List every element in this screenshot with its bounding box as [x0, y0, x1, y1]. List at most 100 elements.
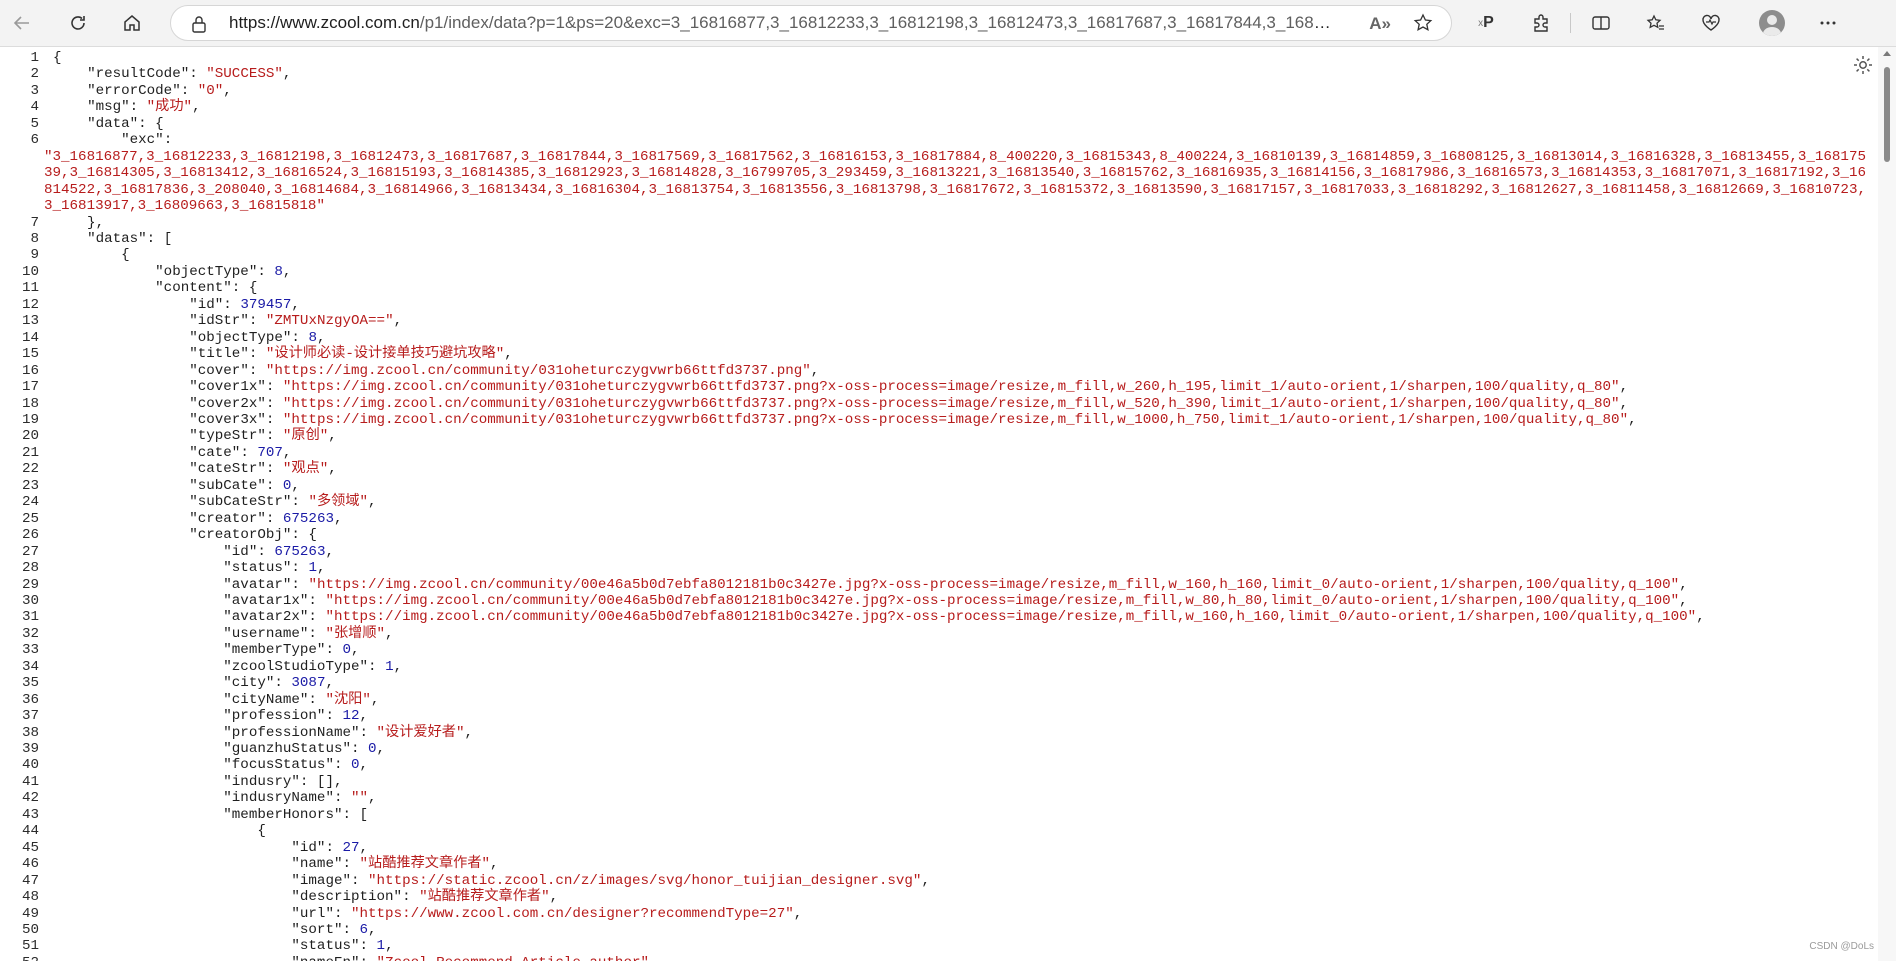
json-punctuation: [53, 544, 223, 560]
puzzle-icon: [1534, 14, 1548, 32]
json-punctuation: :: [291, 560, 309, 577]
json-punctuation: :: [308, 625, 326, 642]
json-punctuation: [53, 889, 291, 905]
json-punctuation: :: [325, 708, 343, 725]
json-punctuation: [53, 938, 291, 954]
more-menu-button[interactable]: [1812, 7, 1844, 39]
extensions-button[interactable]: [1525, 7, 1557, 39]
json-key: "typeStr": [189, 428, 266, 445]
json-punctuation: :: [248, 313, 266, 330]
json-punctuation: ,: [316, 560, 326, 577]
json-punctuation: :: [360, 955, 377, 961]
json-punctuation: ,: [1679, 576, 1688, 593]
more-horizontal-icon: [1820, 21, 1836, 25]
browser-essentials-button[interactable]: [1695, 7, 1727, 39]
json-key: "memberHonors": [223, 806, 343, 823]
json-punctuation: :: [308, 609, 326, 626]
json-punctuation: :: [180, 82, 198, 99]
line-text: "id": 379457,: [53, 297, 1878, 313]
line-text: "resultCode": "SUCCESS",: [53, 66, 1878, 82]
code-line: 38 "professionName": "设计爱好者",: [0, 725, 1878, 741]
json-punctuation: : [],: [299, 773, 343, 790]
line-number: 20: [21, 428, 39, 445]
line-number: 22: [21, 461, 39, 478]
scrollbar-thumb[interactable]: [1884, 67, 1890, 162]
json-punctuation: [53, 412, 189, 428]
line-text: "msg": "成功",: [53, 99, 1878, 115]
split-screen-icon: [1592, 16, 1610, 30]
json-string: "SUCCESS": [206, 66, 283, 83]
json-punctuation: [53, 577, 223, 593]
json-number: 12: [342, 708, 360, 725]
json-punctuation: : {: [291, 527, 317, 544]
code-line: 10 "objectType": 8,: [0, 264, 1878, 280]
json-key: "resultCode": [87, 66, 190, 83]
json-key: "sort": [291, 922, 343, 939]
json-punctuation: [53, 609, 223, 625]
json-key: "avatar2x": [223, 609, 309, 626]
url-text[interactable]: https://www.zcool.com.cn/p1/index/data?p…: [229, 6, 1334, 40]
code-line: 11 "content": {: [0, 280, 1878, 296]
json-punctuation: ,: [810, 362, 820, 379]
line-number: 21: [21, 444, 39, 461]
json-punctuation: :: [189, 66, 207, 83]
back-button[interactable]: [6, 7, 38, 39]
favorites-button[interactable]: [1640, 7, 1672, 39]
read-aloud-icon[interactable]: A»: [1369, 14, 1391, 34]
json-string: "Zcool Recommend Article author": [377, 955, 649, 961]
favorite-star-icon[interactable]: [1413, 13, 1433, 38]
json-key: "avatar1x": [223, 592, 309, 609]
line-text: "profession": 12,: [53, 708, 1878, 724]
json-key: "creator": [189, 510, 266, 527]
json-punctuation: [53, 264, 155, 280]
viewer-settings-button[interactable]: [1852, 54, 1874, 81]
json-string: "https://www.zcool.com.cn/designer?recom…: [351, 905, 794, 922]
json-string: "张增顺": [325, 625, 386, 642]
json-number: 1: [376, 938, 386, 955]
json-punctuation: [53, 66, 87, 82]
line-text: "typeStr": "原创",: [53, 428, 1878, 444]
line-text: "memberHonors": [: [53, 807, 1878, 823]
line-number: 52: [0, 955, 39, 961]
profile-button[interactable]: [1756, 7, 1788, 39]
line-text: "creator": 675263,: [53, 511, 1878, 527]
extension-p-button[interactable]: xP: [1470, 7, 1502, 39]
code-line: 21 "cate": 707,: [0, 445, 1878, 461]
code-line: 13 "idStr": "ZMTUxNzgyOA==",: [0, 313, 1878, 329]
json-key: "cate": [189, 444, 241, 461]
json-punctuation: [53, 955, 291, 961]
code-line: 33 "memberType": 0,: [0, 642, 1878, 658]
json-punctuation: :: [342, 856, 360, 873]
scroll-up-arrow-icon[interactable]: [1883, 51, 1891, 56]
line-number: 10: [21, 263, 39, 280]
split-screen-button[interactable]: [1585, 7, 1617, 39]
url-host: https://www.zcool.com.cn: [229, 13, 420, 32]
reload-button[interactable]: [62, 7, 94, 39]
json-punctuation: [53, 856, 291, 872]
json-punctuation: :: [265, 461, 283, 478]
address-bar[interactable]: https://www.zcool.com.cn/p1/index/data?p…: [170, 5, 1452, 41]
json-punctuation: :: [248, 362, 266, 379]
line-text: "city": 3087,: [53, 675, 1878, 691]
vertical-scrollbar[interactable]: [1878, 47, 1896, 961]
favorites-list-icon: [1646, 14, 1664, 30]
json-number: 675263: [274, 543, 326, 560]
json-number: 1: [308, 560, 317, 577]
json-punctuation: ,: [333, 510, 343, 527]
code-line: 31 "avatar2x": "https://img.zcool.cn/com…: [0, 609, 1878, 625]
json-key: "cover3x": [189, 411, 266, 428]
json-punctuation: ,: [328, 428, 337, 445]
line-text: "image": "https://static.zcool.cn/z/imag…: [53, 873, 1878, 889]
json-key: "subCateStr": [189, 494, 292, 511]
json-punctuation: ,: [282, 66, 292, 83]
json-key: "avatar": [223, 576, 292, 593]
json-key: "errorCode": [87, 82, 181, 99]
json-punctuation: ,: [282, 444, 292, 461]
json-number: 8: [308, 329, 317, 346]
code-line: 51 "status": 1,: [0, 938, 1878, 954]
code-line: 26 "creatorObj": {: [0, 527, 1878, 543]
json-viewer[interactable]: 1{2 "resultCode": "SUCCESS", 3 "errorCode…: [0, 47, 1878, 961]
home-button[interactable]: [116, 7, 148, 39]
json-punctuation: ,: [325, 675, 334, 692]
code-line: 20 "typeStr": "原创",: [0, 428, 1878, 444]
